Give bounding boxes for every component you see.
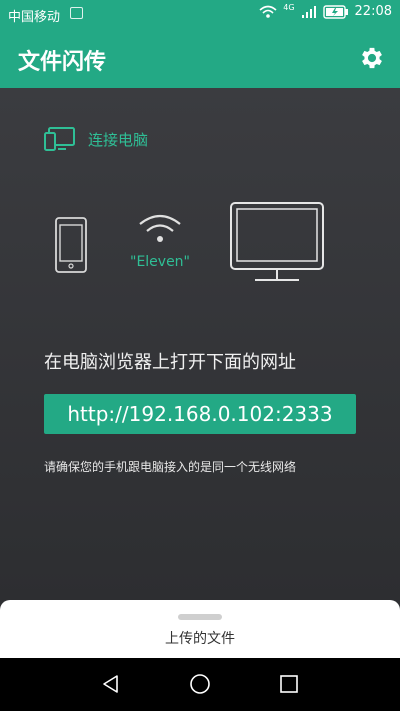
app-bar: 文件闪传	[0, 28, 400, 88]
instruction-text: 在电脑浏览器上打开下面的网址	[44, 352, 296, 373]
connect-computer-row[interactable]: 连接电脑	[44, 126, 148, 152]
carrier-label: 中国移动	[8, 10, 61, 25]
wifi-icon	[139, 214, 181, 242]
network-note: 请确保您的手机跟电脑接入的是同一个无线网络	[44, 460, 297, 474]
uploaded-files-label: 上传的文件	[165, 631, 235, 647]
device-illustration: "Eleven"	[0, 196, 400, 306]
wifi-status-icon	[259, 5, 277, 18]
navigation-bar	[0, 658, 400, 711]
status-indicators: 4G 22:08	[259, 3, 392, 19]
network-type-label: 4G	[283, 3, 295, 12]
main-panel: 连接电脑 "Eleven" 在电脑浏览器上打开下面的网址 http://192.…	[0, 88, 400, 600]
monitor-icon	[230, 202, 324, 281]
uploaded-files-sheet[interactable]: 上传的文件	[0, 600, 400, 658]
app-title: 文件闪传	[18, 50, 107, 75]
back-icon[interactable]	[99, 672, 123, 696]
drag-handle[interactable]	[178, 614, 222, 620]
monitor-phone-icon	[44, 127, 75, 151]
sim-icon	[70, 7, 83, 19]
recents-icon[interactable]	[277, 672, 301, 696]
wifi-name-label: "Eleven"	[130, 254, 190, 270]
phone-icon	[55, 217, 87, 273]
clock-label: 22:08	[354, 4, 392, 19]
connect-computer-label: 连接电脑	[88, 130, 149, 149]
status-bar: 中国移动 4G 22:08	[0, 0, 400, 28]
wifi-group: "Eleven"	[128, 212, 192, 270]
home-icon[interactable]	[188, 672, 212, 696]
signal-icon	[301, 5, 316, 18]
url-button[interactable]: http://192.168.0.102:2333	[44, 394, 356, 434]
gear-icon[interactable]	[358, 44, 386, 72]
battery-charging-icon	[322, 4, 348, 19]
